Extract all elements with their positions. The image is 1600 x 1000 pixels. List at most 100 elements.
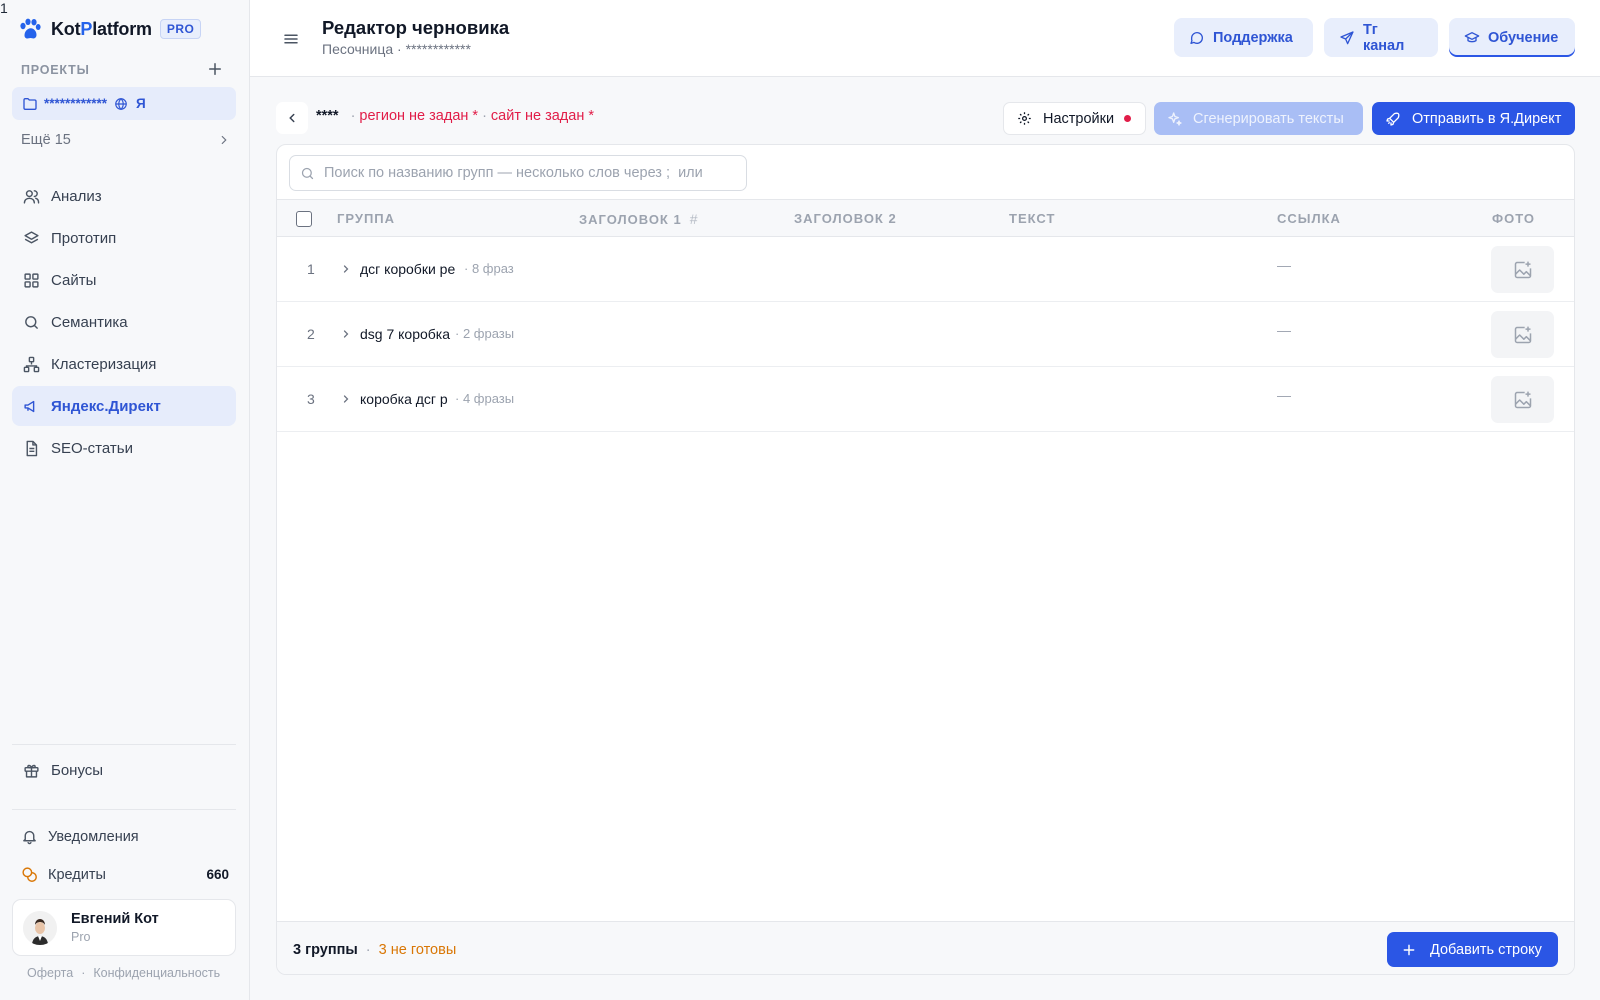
separator: · bbox=[350, 108, 356, 124]
more-projects[interactable]: Ещё 15 bbox=[21, 132, 231, 148]
group-name[interactable]: коробка дсг р bbox=[360, 391, 451, 407]
region-warning[interactable]: регион не задан * bbox=[359, 108, 478, 124]
table-row[interactable]: 3 коробка дсг р · 4 фразы — bbox=[277, 367, 1574, 432]
credits-label: Кредиты bbox=[48, 866, 106, 883]
sidebar-item-semantics[interactable]: Семантика bbox=[12, 302, 236, 342]
select-all-checkbox[interactable] bbox=[296, 211, 312, 227]
app-logo[interactable]: KotPlatform PRO bbox=[18, 16, 202, 42]
draft-info: **** · регион не задан * · сайт не задан… bbox=[316, 108, 594, 124]
sidebar-item-label: Анализ bbox=[51, 187, 102, 205]
sidebar-item-label: SEO-статьи bbox=[51, 439, 133, 457]
document-icon bbox=[26, 440, 38, 456]
search-icon bbox=[301, 167, 314, 179]
app-name: KotPlatform bbox=[51, 18, 152, 39]
cluster-icon bbox=[23, 356, 40, 372]
sidebar-item-label: Яндекс.Директ bbox=[51, 397, 161, 415]
sidebar-item-prototype[interactable]: Прототип bbox=[12, 218, 236, 258]
back-button[interactable] bbox=[276, 102, 308, 134]
rocket-icon bbox=[1386, 112, 1400, 126]
generate-texts-button[interactable]: Сгенерировать тексты bbox=[1154, 102, 1363, 135]
learning-label: Обучение bbox=[1488, 29, 1559, 46]
paw-logo-icon bbox=[20, 18, 41, 39]
sidebar-item-seo-articles[interactable]: SEO-статьи bbox=[12, 428, 236, 468]
not-ready-count[interactable]: 3 не готовы bbox=[379, 942, 457, 958]
project-name: ************ bbox=[44, 96, 108, 111]
grid-icon bbox=[24, 272, 39, 288]
bell-icon bbox=[23, 830, 36, 845]
plus-icon bbox=[1403, 944, 1415, 955]
telegram-label: Тг канал bbox=[1362, 21, 1405, 54]
privacy-link[interactable]: Конфиденциальность bbox=[93, 966, 220, 980]
phrase-count: · 8 фраз bbox=[464, 261, 514, 276]
column-header-text[interactable]: ТЕКСТ bbox=[1009, 211, 1055, 226]
megaphone-icon bbox=[24, 400, 35, 412]
project-item-active[interactable]: ************ Я bbox=[12, 87, 236, 120]
column-header-group[interactable]: ГРУППА bbox=[337, 211, 395, 226]
credits-item[interactable]: Кредиты 660 bbox=[21, 866, 229, 883]
support-label: Поддержка bbox=[1213, 29, 1293, 46]
column-header-photo[interactable]: ФОТО bbox=[1492, 211, 1535, 226]
bonuses-label: Бонусы bbox=[51, 762, 104, 779]
group-name[interactable]: dsg 7 коробка bbox=[360, 326, 451, 342]
phrase-count: · 2 фразы bbox=[455, 326, 515, 341]
table-row[interactable]: 1 дсг коробки ре · 8 фраз — bbox=[277, 237, 1574, 302]
add-row-button[interactable]: Добавить строку bbox=[1387, 932, 1558, 967]
add-project-icon[interactable] bbox=[206, 60, 224, 78]
chevron-right-icon[interactable] bbox=[340, 393, 352, 405]
sidebar-divider bbox=[12, 744, 236, 745]
add-photo-button[interactable] bbox=[1491, 376, 1554, 423]
sidebar-item-analysis[interactable]: Анализ bbox=[12, 176, 236, 216]
learning-button[interactable]: Обучение bbox=[1449, 18, 1575, 57]
menu-icon[interactable] bbox=[282, 30, 300, 48]
image-plus-icon bbox=[1514, 261, 1531, 278]
image-plus-icon bbox=[1514, 391, 1531, 408]
image-plus-icon bbox=[1514, 326, 1531, 343]
chevron-right-icon[interactable] bbox=[340, 328, 352, 340]
link-value: — bbox=[1277, 322, 1291, 338]
notifications-item[interactable]: Уведомления bbox=[21, 828, 139, 845]
sidebar-item-label: Семантика bbox=[51, 313, 128, 331]
table-row[interactable]: 2 dsg 7 коробка · 2 фразы — bbox=[277, 302, 1574, 367]
send-to-direct-button[interactable]: Отправить в Я.Директ bbox=[1372, 102, 1575, 135]
offer-link[interactable]: Оферта bbox=[27, 966, 73, 980]
row-number: 2 bbox=[307, 326, 315, 342]
search-input[interactable] bbox=[324, 165, 724, 181]
projects-label: ПРОЕКТЫ bbox=[21, 63, 90, 77]
search-field[interactable] bbox=[289, 155, 747, 191]
row-number: 3 bbox=[307, 391, 315, 407]
column-header-headline1[interactable]: ЗАГОЛОВОК 1 # bbox=[579, 211, 699, 227]
draft-name: **** bbox=[316, 108, 339, 124]
footer-links: Оферта · Конфиденциальность bbox=[27, 966, 220, 980]
chevron-right-icon[interactable] bbox=[340, 263, 352, 275]
sidebar-divider bbox=[12, 809, 236, 810]
settings-button[interactable]: Настройки bbox=[1003, 102, 1146, 135]
breadcrumb: Песочница · ************ bbox=[322, 41, 471, 57]
sidebar-item-yandex-direct[interactable]: Яндекс.Директ bbox=[12, 386, 236, 426]
telegram-button[interactable]: Тг канал bbox=[1324, 18, 1438, 57]
separator: · bbox=[482, 108, 487, 124]
credits-value: 660 bbox=[206, 867, 229, 882]
add-photo-button[interactable] bbox=[1491, 311, 1554, 358]
group-name[interactable]: дсг коробки ре bbox=[360, 261, 460, 277]
support-button[interactable]: Поддержка bbox=[1174, 18, 1313, 57]
headline1-label: ЗАГОЛОВОК 1 bbox=[579, 212, 682, 227]
sidebar-item-bonuses[interactable]: Бонусы bbox=[23, 762, 103, 779]
send-label: Отправить в Я.Директ bbox=[1412, 110, 1562, 127]
sidebar-item-clustering[interactable]: Кластеризация bbox=[12, 344, 236, 384]
coins-icon bbox=[22, 867, 37, 882]
add-photo-button[interactable] bbox=[1491, 246, 1554, 293]
user-name: Евгений Кот bbox=[71, 911, 159, 927]
site-warning[interactable]: сайт не задан * bbox=[491, 108, 594, 124]
groups-table-card: ГРУППА ЗАГОЛОВОК 1 # ЗАГОЛОВОК 2 ТЕКСТ СС… bbox=[276, 144, 1575, 975]
sidebar-item-sites[interactable]: Сайты bbox=[12, 260, 236, 300]
sidebar-item-label: Сайты bbox=[51, 271, 97, 289]
add-row-label: Добавить строку bbox=[1430, 941, 1542, 958]
sidebar: KotPlatform PRO ПРОЕКТЫ ************ Я Е… bbox=[0, 0, 250, 1000]
column-header-headline2[interactable]: ЗАГОЛОВОК 2 bbox=[794, 211, 897, 226]
separator: · bbox=[365, 942, 371, 958]
column-header-link[interactable]: ССЫЛКА bbox=[1277, 211, 1341, 226]
chat-icon bbox=[1190, 31, 1203, 44]
user-card[interactable]: Евгений Кот Pro bbox=[12, 899, 236, 956]
table-header: ГРУППА ЗАГОЛОВОК 1 # ЗАГОЛОВОК 2 ТЕКСТ СС… bbox=[277, 199, 1574, 237]
hash-icon[interactable]: # bbox=[690, 211, 699, 227]
